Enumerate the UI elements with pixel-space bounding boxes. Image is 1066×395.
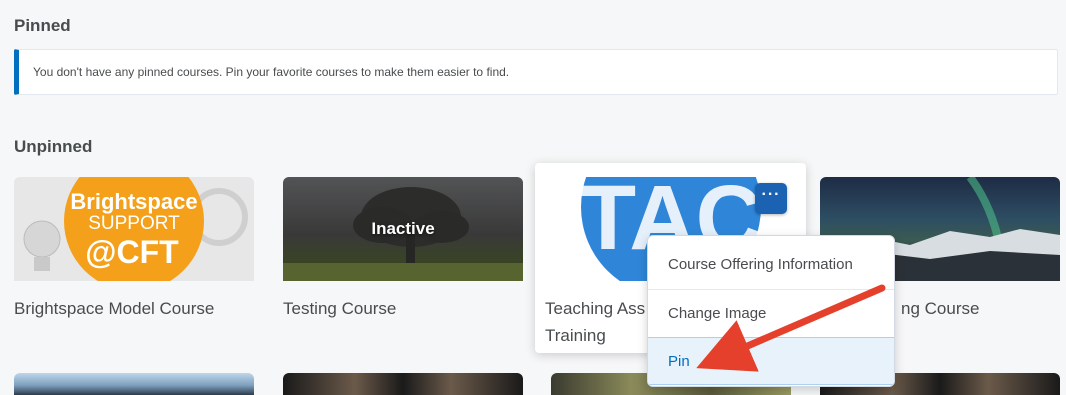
annotation-arrow-line xyxy=(696,284,886,372)
annotation-arrow xyxy=(696,284,886,372)
my-courses-page: Pinned You don't have any pinned courses… xyxy=(0,0,1066,395)
